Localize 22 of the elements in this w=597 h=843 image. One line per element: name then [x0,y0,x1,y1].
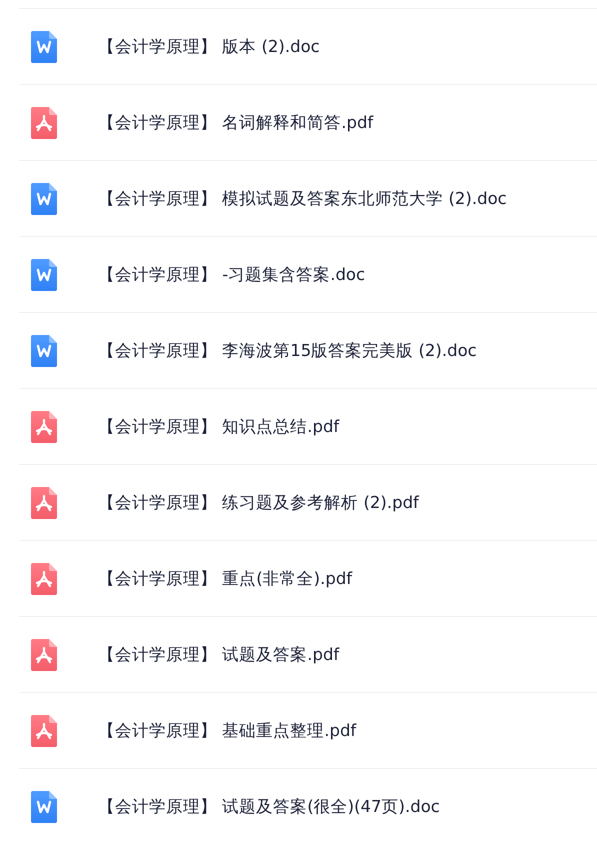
file-name[interactable]: 【会计学原理】 试题及答案.pdf [98,644,340,666]
pdf-file-icon [30,106,58,140]
file-name[interactable]: 【会计学原理】 练习题及参考解析 (2).pdf [98,492,419,514]
word-file-icon [30,790,58,824]
file-name[interactable]: 【会计学原理】 知识点总结.pdf [98,416,340,438]
file-name[interactable]: 【会计学原理】 模拟试题及答案东北师范大学 (2).doc [98,188,507,210]
pdf-file-icon [30,410,58,444]
word-file-icon [30,30,58,64]
pdf-file-icon [30,638,58,672]
pdf-file-icon [30,714,58,748]
file-name[interactable]: 【会计学原理】 李海波第15版答案完美版 (2).doc [98,340,477,362]
file-name[interactable]: 【会计学原理】 名词解释和简答.pdf [98,112,374,134]
word-file-icon [30,334,58,368]
pdf-file-icon [30,486,58,520]
file-name[interactable]: 【会计学原理】 试题及答案(很全)(47页).doc [98,796,440,818]
file-name[interactable]: 【会计学原理】 基础重点整理.pdf [98,720,356,742]
file-name[interactable]: 【会计学原理】 -习题集含答案.doc [98,264,366,286]
file-name[interactable]: 【会计学原理】 重点(非常全).pdf [98,568,352,590]
file-name[interactable]: 【会计学原理】 版本 (2).doc [98,36,320,58]
word-file-icon [30,258,58,292]
word-file-icon [30,182,58,216]
pdf-file-icon [30,562,58,596]
